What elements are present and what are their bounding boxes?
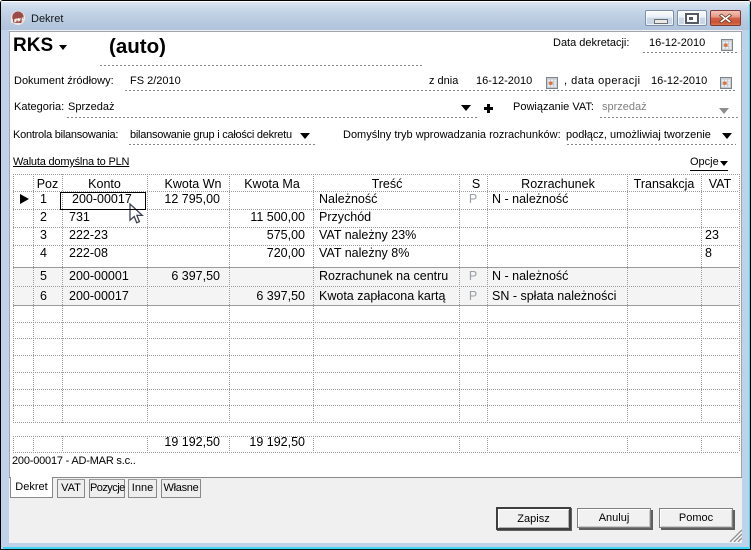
svg-text:GT: GT [13,16,25,25]
